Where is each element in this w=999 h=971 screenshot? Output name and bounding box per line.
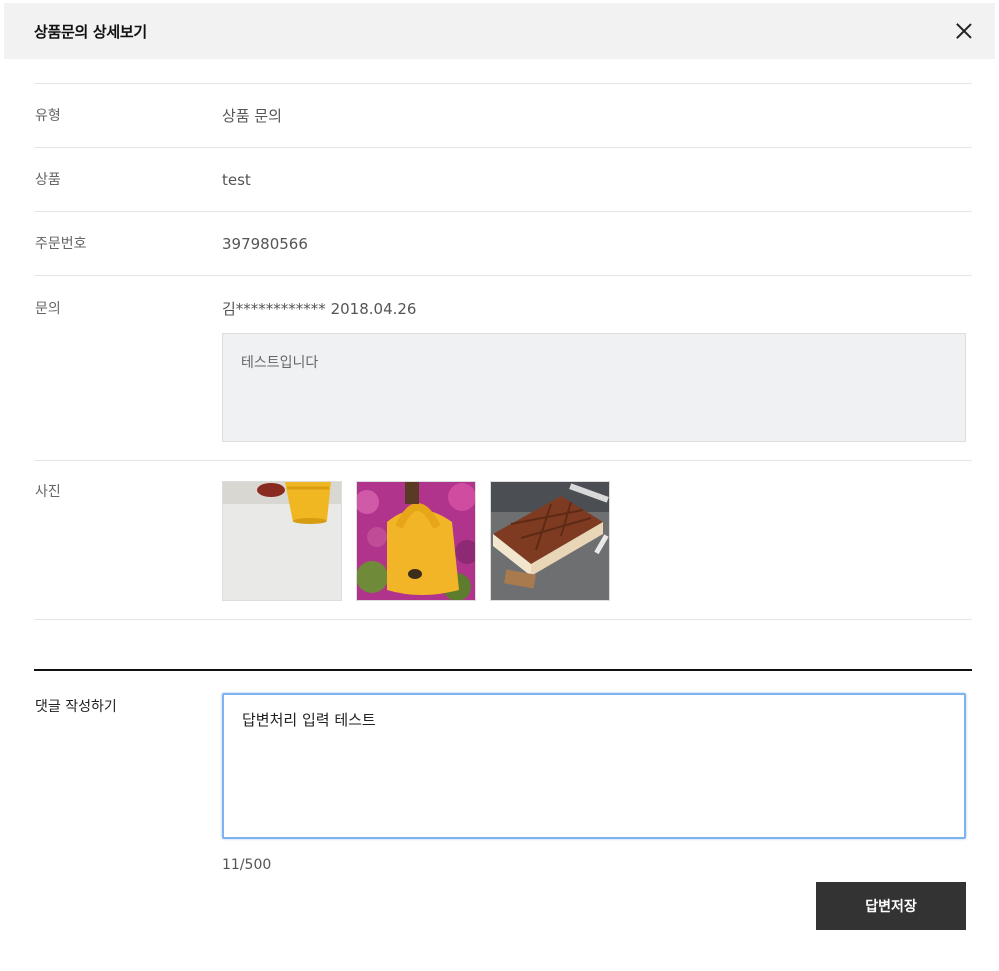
inquiry-row: 문의 김************ 2018.04.26 테스트입니다 xyxy=(34,275,972,460)
reply-textarea[interactable]: 답변처리 입력 테스트 xyxy=(222,693,966,839)
inquiry-date: 2018.04.26 xyxy=(330,300,417,318)
inquiry-content: 테스트입니다 xyxy=(222,333,966,442)
photos-row: 사진 xyxy=(34,460,972,620)
product-value: test xyxy=(222,170,251,189)
photo-thumbnail-cake[interactable] xyxy=(490,481,610,601)
modal-title: 상품문의 상세보기 xyxy=(34,22,147,41)
order-number-label: 주문번호 xyxy=(35,235,87,252)
type-value: 상품 문의 xyxy=(222,107,282,125)
close-icon[interactable] xyxy=(953,20,975,42)
photos-value xyxy=(222,481,972,619)
inquiry-detail-modal: 상품문의 상세보기 유형 상품 문의 상품 test 주문번호 39798056… xyxy=(0,0,999,971)
type-row: 유형 상품 문의 xyxy=(34,83,972,147)
order-number-value: 397980566 xyxy=(222,234,308,253)
save-reply-button[interactable]: 답변저장 xyxy=(816,882,966,930)
photos-label: 사진 xyxy=(35,484,61,500)
product-row: 상품 test xyxy=(34,147,972,211)
reply-row: 댓글 작성하기 답변처리 입력 테스트 xyxy=(34,671,972,839)
inquiry-author: 김************ xyxy=(222,300,326,318)
reply-label: 댓글 작성하기 xyxy=(35,699,117,715)
product-label: 상품 xyxy=(35,171,61,188)
inquiry-label: 문의 xyxy=(35,301,61,317)
inquiry-value: 김************ 2018.04.26 테스트입니다 xyxy=(222,298,972,460)
photo-thumbnail-cups[interactable] xyxy=(222,481,342,601)
photo-thumbnail-bag[interactable] xyxy=(356,481,476,601)
inquiry-meta: 김************ 2018.04.26 xyxy=(222,298,972,319)
photo-thumbnails xyxy=(222,481,972,601)
reply-section: 댓글 작성하기 답변처리 입력 테스트 xyxy=(34,669,972,839)
type-label: 유형 xyxy=(35,107,61,124)
order-number-row: 주문번호 397980566 xyxy=(34,211,972,275)
character-counter: 11/500 xyxy=(222,857,272,873)
modal-header: 상품문의 상세보기 xyxy=(4,3,995,59)
detail-rows: 유형 상품 문의 상품 test 주문번호 397980566 문의 김****… xyxy=(34,83,972,620)
